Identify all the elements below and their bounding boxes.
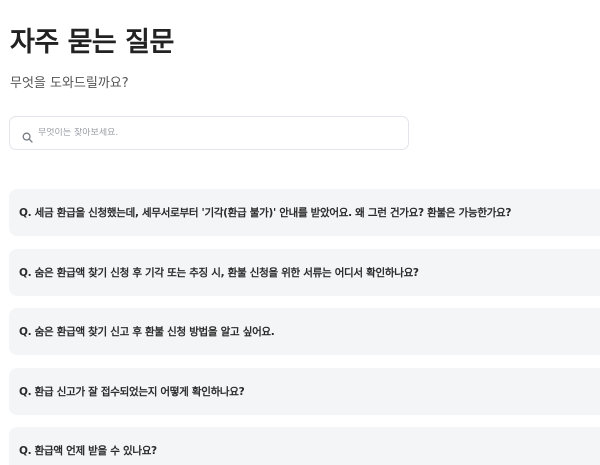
faq-list: Q. 세금 환급을 신청했는데, 세무서로부터 '기각(환급 불가)' 안내를 … — [9, 189, 600, 465]
search-input[interactable] — [38, 128, 398, 138]
page-subtitle: 무엇을 도와드릴까요? — [10, 76, 129, 91]
faq-item[interactable]: Q. 세금 환급을 신청했는데, 세무서로부터 '기각(환급 불가)' 안내를 … — [9, 189, 600, 236]
page-title: 자주 묻는 질문 — [10, 27, 174, 58]
faq-question: Q. 환급 신고가 잘 접수되었는지 어떻게 확인하나요? — [19, 385, 245, 398]
faq-item[interactable]: Q. 숨은 환급액 찾기 신청 후 기각 또는 추징 시, 환불 신청을 위한 … — [9, 248, 600, 296]
faq-item[interactable]: Q. 환급액 언제 받을 수 있나요? — [9, 427, 600, 465]
faq-item[interactable]: Q. 환급 신고가 잘 접수되었는지 어떻게 확인하나요? — [9, 367, 600, 415]
faq-question: Q. 숨은 환급액 찾기 신고 후 환불 신청 방법을 알고 싶어요. — [19, 326, 275, 338]
faq-question: Q. 세금 환급을 신청했는데, 세무서로부터 '기각(환급 불가)' 안내를 … — [19, 207, 512, 219]
search-icon — [22, 128, 33, 143]
search-box[interactable] — [9, 116, 409, 150]
faq-item[interactable]: Q. 숨은 환급액 찾기 신고 후 환불 신청 방법을 알고 싶어요. — [9, 308, 600, 355]
faq-question: Q. 환급액 언제 받을 수 있나요? — [19, 445, 157, 457]
faq-page: 자주 묻는 질문 무엇을 도와드릴까요? Q. 세금 환급을 신청했는데, 세무… — [0, 0, 600, 465]
faq-question: Q. 숨은 환급액 찾기 신청 후 기각 또는 추징 시, 환불 신청을 위한 … — [19, 266, 419, 279]
